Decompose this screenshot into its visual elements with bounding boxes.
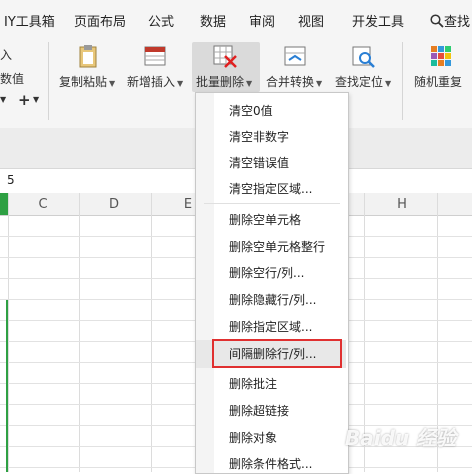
add-insert-button[interactable]: 新增插入 ▼: [124, 38, 188, 98]
menu-formulas[interactable]: 公式: [148, 11, 174, 30]
column-header-d[interactable]: D: [104, 197, 124, 212]
chevron-down-icon[interactable]: ▼: [33, 95, 39, 104]
clipboard-icon: [79, 45, 97, 68]
find-locate-label: 查找定位: [335, 75, 384, 89]
highlight-annotation-box: [212, 339, 342, 368]
column-header-h[interactable]: H: [392, 197, 412, 212]
plus-button[interactable]: +: [18, 91, 31, 109]
find-locate-button[interactable]: 查找定位 ▼: [332, 38, 396, 98]
ribbon-partial-label-2: 数值: [0, 72, 25, 86]
find-locate-icon: [352, 46, 375, 68]
random-repeat-icon: [431, 46, 451, 66]
batch-delete-dropdown: 清空0值 清空非数字 清空错误值 清空指定区域... 删除空单元格 删除空单元格…: [195, 92, 349, 474]
menu-view[interactable]: 视图: [298, 11, 324, 30]
chevron-down-icon: ▼: [385, 79, 392, 88]
menu-item-clear-errors[interactable]: 清空错误值: [229, 154, 289, 171]
selected-column-marker: [0, 193, 8, 215]
search-button[interactable]: 查找: [430, 11, 470, 30]
column-header-c[interactable]: C: [33, 197, 53, 212]
menu-item-delete-hidden-rows-cols[interactable]: 删除隐藏行/列...: [229, 291, 317, 308]
menu-item-delete-hyperlinks[interactable]: 删除超链接: [229, 402, 289, 419]
menu-developer[interactable]: 开发工具: [352, 11, 404, 30]
chevron-down-icon: ▼: [246, 79, 253, 88]
menu-item-clear-zero[interactable]: 清空0值: [229, 102, 273, 119]
merge-convert-button[interactable]: 合并转换 ▼: [264, 38, 328, 98]
dropdown-gutter: [196, 93, 214, 473]
ribbon-partial-label: 入: [0, 48, 13, 62]
formula-value[interactable]: 5: [7, 173, 15, 187]
search-icon: [430, 14, 444, 28]
menu-item-clear-non-numeric[interactable]: 清空非数字: [229, 128, 289, 145]
menu-page-layout[interactable]: 页面布局: [74, 11, 126, 30]
menu-review[interactable]: 审阅: [249, 11, 275, 30]
ribbon-divider: [48, 42, 49, 120]
menu-item-delete-empty-cell-rows[interactable]: 删除空单元格整行: [229, 238, 325, 255]
add-insert-label: 新增插入: [127, 75, 176, 89]
menu-item-delete-empty-cells[interactable]: 删除空单元格: [229, 211, 301, 228]
menu-bar: IY工具箱 页面布局 公式 数据 审阅 视图 开发工具 查找: [0, 0, 472, 38]
random-repeat-button[interactable]: 随机重复: [410, 38, 472, 98]
chevron-down-icon: ▼: [109, 79, 116, 88]
dropdown-separator: [204, 203, 340, 204]
menu-item-delete-objects[interactable]: 删除对象: [229, 429, 277, 446]
menu-item-delete-conditional-format[interactable]: 删除条件格式...: [229, 455, 312, 472]
random-repeat-label: 随机重复: [414, 75, 463, 89]
delete-table-icon: [213, 45, 237, 68]
menu-item-delete-comments[interactable]: 删除批注: [229, 375, 277, 392]
ribbon-divider: [402, 42, 403, 120]
batch-delete-button[interactable]: 批量删除 ▼: [192, 42, 260, 92]
menu-item-delete-empty-rows-cols[interactable]: 删除空行/列...: [229, 264, 305, 281]
search-label: 查找: [444, 15, 471, 30]
copy-paste-label: 复制粘贴: [59, 75, 108, 89]
selection-border: [6, 300, 8, 472]
merge-convert-label: 合并转换: [266, 75, 315, 89]
menu-item-clear-range[interactable]: 清空指定区域...: [229, 180, 312, 197]
insert-table-icon: [144, 46, 166, 66]
menu-diy-toolbox[interactable]: IY工具箱: [4, 11, 55, 30]
chevron-down-icon[interactable]: ▼: [0, 95, 6, 104]
menu-item-delete-range[interactable]: 删除指定区域...: [229, 318, 312, 335]
menu-data[interactable]: 数据: [200, 11, 226, 30]
merge-convert-icon: [284, 46, 306, 66]
copy-paste-button[interactable]: 复制粘贴 ▼: [56, 38, 120, 98]
batch-delete-label: 批量删除: [196, 75, 245, 89]
chevron-down-icon: ▼: [177, 79, 184, 88]
watermark-logo: Baidu 经验: [345, 426, 457, 450]
chevron-down-icon: ▼: [316, 79, 323, 88]
